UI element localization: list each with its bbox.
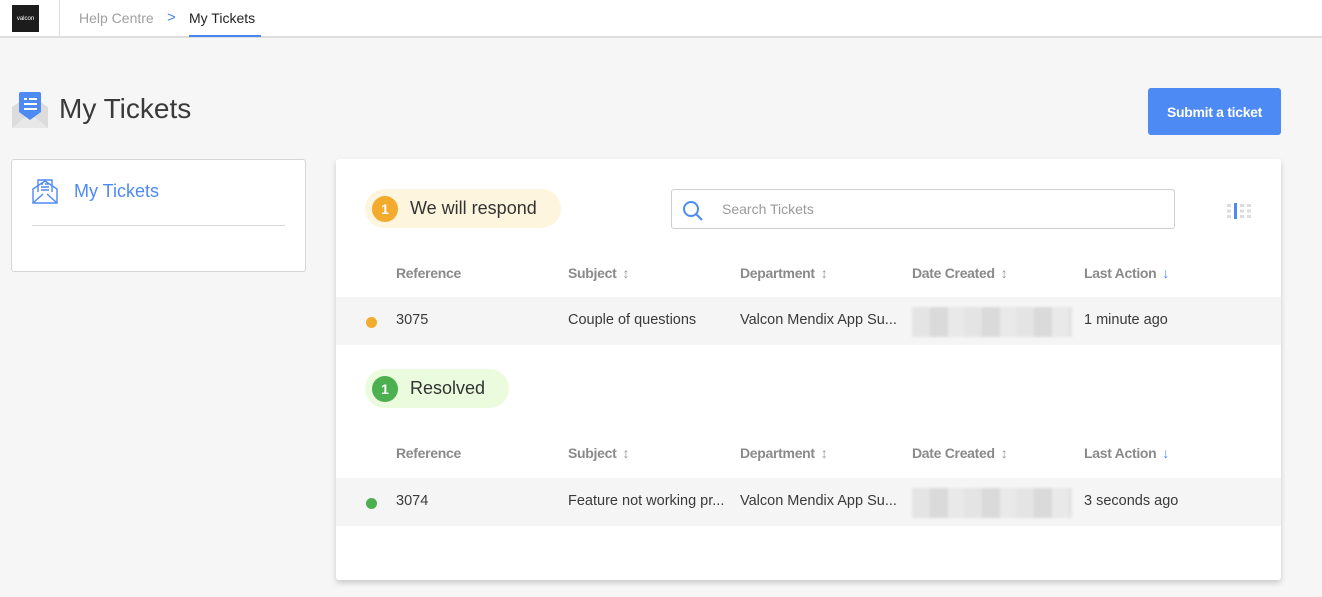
- status-dot: [366, 498, 377, 509]
- column-label: Subject: [568, 265, 617, 281]
- status-label: Resolved: [410, 378, 486, 398]
- breadcrumb-help-centre[interactable]: Help Centre: [79, 10, 154, 26]
- search-icon: [683, 201, 703, 221]
- column-label: Subject: [568, 445, 617, 461]
- status-dot: [366, 317, 377, 328]
- logo-text: valcon: [16, 15, 35, 22]
- sort-icon: ↕: [622, 265, 630, 281]
- active-breadcrumb-underline: [189, 35, 261, 37]
- sidebar-item-my-tickets[interactable]: My Tickets: [32, 178, 159, 204]
- cell-date-created-redacted: [912, 307, 1072, 337]
- status-count-badge: 1: [372, 195, 398, 222]
- column-header-subject[interactable]: Subject ↕: [568, 445, 629, 461]
- column-label: Last Action: [1084, 265, 1157, 281]
- search-tickets-field[interactable]: [671, 189, 1175, 229]
- sort-icon: ↕: [622, 445, 630, 461]
- sort-icon: ↕: [1000, 265, 1008, 281]
- tickets-panel: 1 We will respond Reference Subject ↕ Dep…: [336, 159, 1281, 580]
- column-label: Reference: [396, 265, 462, 281]
- status-group-resolved: 1 Resolved: [365, 369, 510, 408]
- cell-date-created-redacted: [912, 488, 1072, 518]
- topbar-divider: [59, 0, 60, 36]
- sidebar-divider: [32, 225, 285, 226]
- sort-icon: ↕: [820, 265, 828, 281]
- envelope-ticket-icon: [12, 92, 48, 128]
- column-header-subject[interactable]: Subject ↕: [568, 265, 629, 281]
- column-label: Date Created: [912, 265, 995, 281]
- column-label: Department: [740, 265, 815, 281]
- status-label: We will respond: [410, 198, 537, 218]
- table-header: Reference Subject ↕ Department ↕ Date Crea…: [336, 439, 1281, 469]
- cell-department: Valcon Mendix App Su...: [740, 312, 897, 328]
- sort-descending-icon: ↓: [1162, 265, 1170, 281]
- search-input[interactable]: [722, 198, 1162, 220]
- cell-reference: 3075: [396, 312, 429, 328]
- column-header-last-action[interactable]: Last Action ↓: [1084, 265, 1169, 281]
- sort-icon: ↕: [1000, 445, 1008, 461]
- column-label: Last Action: [1084, 445, 1157, 461]
- table-row[interactable]: 3075 Couple of questions Valcon Mendix A…: [336, 297, 1281, 345]
- cell-subject: Feature not working pr...: [568, 493, 725, 509]
- column-header-reference[interactable]: Reference: [396, 445, 461, 461]
- cell-last-action: 1 minute ago: [1084, 312, 1168, 328]
- valcon-logo[interactable]: valcon: [12, 5, 39, 32]
- breadcrumb-my-tickets[interactable]: My Tickets: [189, 10, 255, 26]
- column-label: Reference: [396, 445, 462, 461]
- cell-department: Valcon Mendix App Su...: [740, 493, 897, 509]
- column-header-last-action[interactable]: Last Action ↓: [1084, 445, 1169, 461]
- envelope-ticket-icon: [32, 179, 58, 204]
- column-header-date-created[interactable]: Date Created ↕: [912, 445, 1008, 461]
- sidebar-item-label: My Tickets: [74, 180, 160, 201]
- top-navigation-bar: valcon Help Centre > My Tickets: [0, 0, 1322, 38]
- column-label: Department: [740, 445, 815, 461]
- submit-ticket-button[interactable]: Submit a ticket: [1148, 88, 1281, 135]
- sidebar: My Tickets: [11, 159, 306, 272]
- column-header-department[interactable]: Department ↕: [740, 445, 828, 461]
- cell-subject: Couple of questions: [568, 312, 697, 328]
- cell-reference: 3074: [396, 493, 429, 509]
- chevron-right-icon: >: [167, 9, 176, 26]
- column-label: Date Created: [912, 445, 995, 461]
- cell-last-action: 3 seconds ago: [1084, 493, 1179, 509]
- page-title: My Tickets: [59, 93, 192, 124]
- sort-descending-icon: ↓: [1162, 445, 1170, 461]
- sort-icon: ↕: [820, 445, 828, 461]
- table-header: Reference Subject ↕ Department ↕ Date Crea…: [336, 259, 1281, 289]
- column-settings-icon[interactable]: [1227, 203, 1251, 219]
- table-row[interactable]: 3074 Feature not working pr... Valcon Me…: [336, 478, 1281, 526]
- column-header-date-created[interactable]: Date Created ↕: [912, 265, 1008, 281]
- status-count-badge: 1: [372, 375, 398, 402]
- column-header-department[interactable]: Department ↕: [740, 265, 828, 281]
- column-header-reference[interactable]: Reference: [396, 265, 461, 281]
- status-group-we-will-respond: 1 We will respond: [365, 189, 561, 228]
